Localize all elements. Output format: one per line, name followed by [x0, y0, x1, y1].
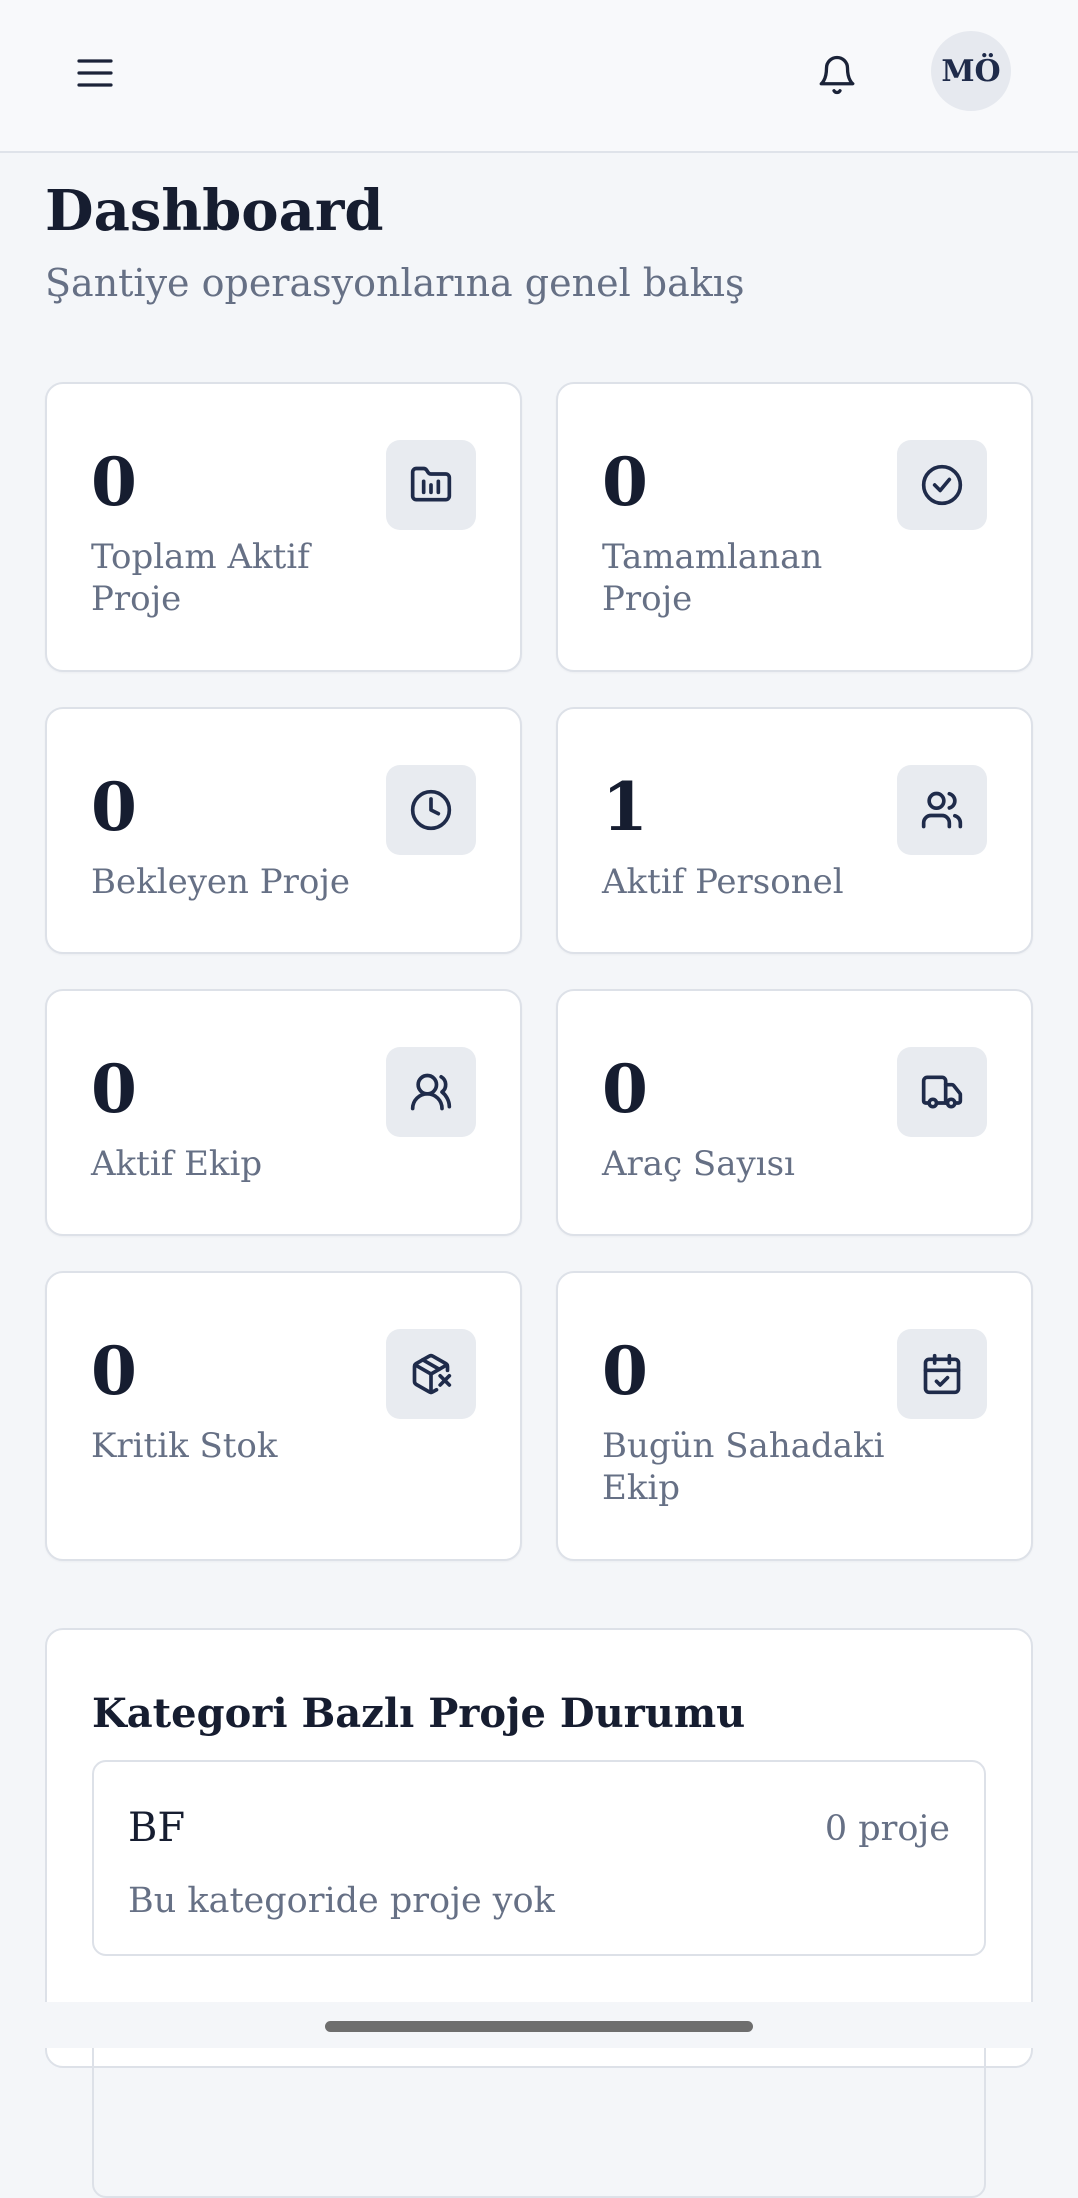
folder-chart-icon	[386, 440, 476, 530]
stat-card-completed-projects[interactable]: 0 Tamamlanan Proje	[556, 382, 1033, 672]
stat-value: 0	[602, 1332, 648, 1410]
truck-icon	[897, 1047, 987, 1137]
stat-label: Araç Sayısı	[602, 1144, 795, 1184]
stat-card-active-teams[interactable]: 0 Aktif Ekip	[45, 989, 522, 1236]
stat-label: Bugün Sahadaki Ekip	[602, 1426, 885, 1508]
stat-label: Aktif Ekip	[91, 1144, 263, 1184]
stat-label: Kritik Stok	[91, 1426, 278, 1466]
home-indicator[interactable]	[325, 2021, 753, 2032]
team-icon	[386, 1047, 476, 1137]
stat-card-active-personnel[interactable]: 1 Aktif Personel	[556, 707, 1033, 954]
stat-value: 0	[602, 1050, 648, 1128]
calendar-check-icon	[897, 1329, 987, 1419]
user-avatar[interactable]: MÖ	[931, 31, 1011, 111]
stat-card-pending-projects[interactable]: 0 Bekleyen Proje	[45, 707, 522, 954]
stat-value: 1	[602, 768, 648, 846]
users-icon	[897, 765, 987, 855]
clock-icon	[386, 765, 476, 855]
page-title: Dashboard	[45, 178, 384, 244]
stat-value: 0	[91, 768, 137, 846]
notifications-button[interactable]	[806, 44, 868, 106]
menu-button[interactable]	[66, 44, 124, 102]
stat-label: Tamamlanan Proje	[602, 537, 823, 619]
stat-value: 0	[91, 1050, 137, 1128]
stat-card-critical-stock[interactable]: 0 Kritik Stok	[45, 1271, 522, 1561]
stat-label: Aktif Personel	[602, 862, 844, 902]
category-empty-message: Bu kategoride proje yok	[128, 1881, 555, 1921]
stat-value: 0	[91, 1332, 137, 1410]
category-item[interactable]: BF 0 proje Bu kategoride proje yok	[92, 1760, 986, 1956]
check-circle-icon	[897, 440, 987, 530]
category-name: BF	[128, 1805, 186, 1851]
stat-card-vehicle-count[interactable]: 0 Araç Sayısı	[556, 989, 1033, 1236]
stat-card-teams-on-site-today[interactable]: 0 Bugün Sahadaki Ekip	[556, 1271, 1033, 1561]
stat-card-active-projects[interactable]: 0 Toplam Aktif Proje	[45, 382, 522, 672]
bell-icon	[816, 53, 858, 97]
stat-label: Bekleyen Proje	[91, 862, 351, 902]
category-project-count: 0 proje	[824, 1809, 950, 1849]
stat-value: 0	[602, 443, 648, 521]
stat-label: Toplam Aktif Proje	[91, 537, 310, 619]
menu-icon	[77, 58, 113, 88]
section-title: Kategori Bazlı Proje Durumu	[92, 1690, 746, 1737]
stat-value: 0	[91, 443, 137, 521]
page-subtitle: Şantiye operasyonlarına genel bakış	[45, 261, 745, 305]
package-x-icon	[386, 1329, 476, 1419]
top-app-bar: MÖ	[0, 0, 1078, 153]
